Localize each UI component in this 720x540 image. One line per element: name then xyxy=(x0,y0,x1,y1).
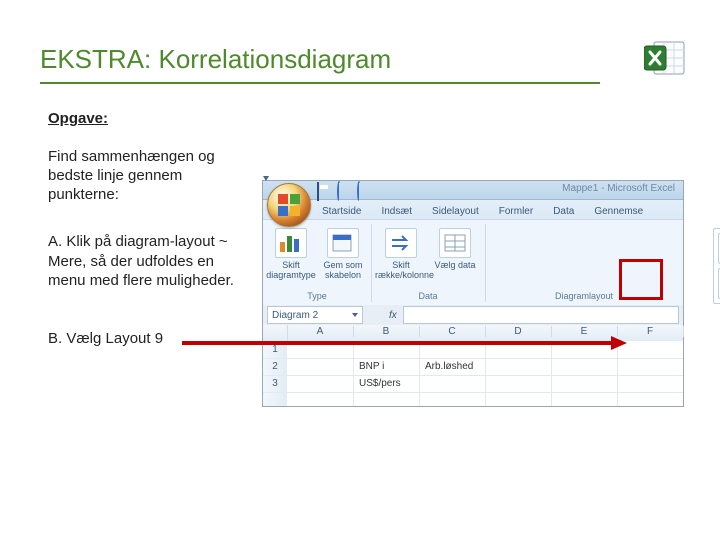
row-header[interactable]: 1 xyxy=(263,341,287,359)
tab-data[interactable]: Data xyxy=(544,202,583,219)
row-headers: 1 2 3 xyxy=(263,341,288,406)
tab-formulas[interactable]: Formler xyxy=(490,202,542,219)
select-data-label: Vælg data xyxy=(434,260,475,270)
tab-review[interactable]: Gennemse xyxy=(585,202,652,219)
quick-access-toolbar: Mappe1 - Microsoft Excel xyxy=(263,181,683,200)
cell-b3[interactable]: US$/pers xyxy=(355,376,405,391)
excel-logo-icon xyxy=(644,38,688,78)
title-underline xyxy=(40,82,600,84)
col-header[interactable]: D xyxy=(485,326,552,337)
ribbon-tabs: Startside Indsæt Sidelayout Formler Data… xyxy=(313,199,683,219)
col-header[interactable]: A xyxy=(287,326,354,337)
step-b-text: B. Vælg Layout 9 xyxy=(48,330,238,347)
fx-icon[interactable]: fx xyxy=(389,310,397,321)
formula-input[interactable] xyxy=(403,306,679,324)
window-title: Mappe1 - Microsoft Excel xyxy=(562,183,675,194)
select-data-button[interactable]: Vælg data xyxy=(429,228,481,270)
chart-type-icon xyxy=(275,228,307,258)
cell-b2[interactable]: BNP i xyxy=(355,359,388,374)
col-header[interactable]: B xyxy=(353,326,420,337)
excel-screenshot: Mappe1 - Microsoft Excel Startside Indsæ… xyxy=(262,180,684,407)
switch-row-col-label: Skift række/kolonne xyxy=(375,260,434,280)
row-header[interactable]: 2 xyxy=(263,358,287,376)
row-header[interactable]: 3 xyxy=(263,375,287,393)
column-headers: A B C D E F xyxy=(263,325,683,342)
task-heading: Opgave: xyxy=(48,110,108,127)
ribbon-group-data: Skift række/kolonne Vælg data Data xyxy=(371,224,486,302)
change-chart-type-button[interactable]: Skift diagramtype xyxy=(265,228,317,280)
switch-row-col-button[interactable]: Skift række/kolonne xyxy=(375,228,427,280)
step-a-text: A. Klik på diagram-layout ~ Mere, så der… xyxy=(48,232,238,291)
change-chart-type-label: Skift diagramtype xyxy=(266,260,316,280)
slide-title: EKSTRA: Korrelationsdiagram xyxy=(40,44,391,75)
formula-bar: Diagram 2 fx xyxy=(263,305,683,326)
layout9-highlight-box xyxy=(619,259,663,300)
col-header[interactable]: E xyxy=(551,326,618,337)
group-label-data: Data xyxy=(371,291,485,301)
chevron-down-icon[interactable] xyxy=(352,313,358,317)
save-template-button[interactable]: Gem som skabelon xyxy=(317,228,369,280)
save-template-icon xyxy=(327,228,359,258)
col-header[interactable]: C xyxy=(419,326,486,337)
cell-c2[interactable]: Arb.løshed xyxy=(421,359,477,374)
name-box[interactable]: Diagram 2 xyxy=(267,306,363,324)
chart-layout-gallery[interactable] xyxy=(713,228,720,304)
tab-home[interactable]: Startside xyxy=(313,202,370,219)
worksheet-grid[interactable]: BNP i Arb.løshed US$/pers xyxy=(287,341,683,406)
name-box-value: Diagram 2 xyxy=(272,310,318,321)
task-intro: Find sammenhængen og bedste linje gennem… xyxy=(48,148,238,204)
select-data-icon xyxy=(439,228,471,258)
ribbon: Skift diagramtype Gem som skabelon Type … xyxy=(263,219,683,307)
tab-pagelayout[interactable]: Sidelayout xyxy=(423,202,488,219)
save-template-label: Gem som skabelon xyxy=(323,260,362,280)
group-label-type: Type xyxy=(263,291,371,301)
tab-insert[interactable]: Indsæt xyxy=(372,202,421,219)
office-button[interactable] xyxy=(267,183,311,227)
switch-row-col-icon xyxy=(385,228,417,258)
ribbon-group-type: Skift diagramtype Gem som skabelon Type xyxy=(263,224,372,302)
col-header[interactable]: F xyxy=(617,326,684,337)
